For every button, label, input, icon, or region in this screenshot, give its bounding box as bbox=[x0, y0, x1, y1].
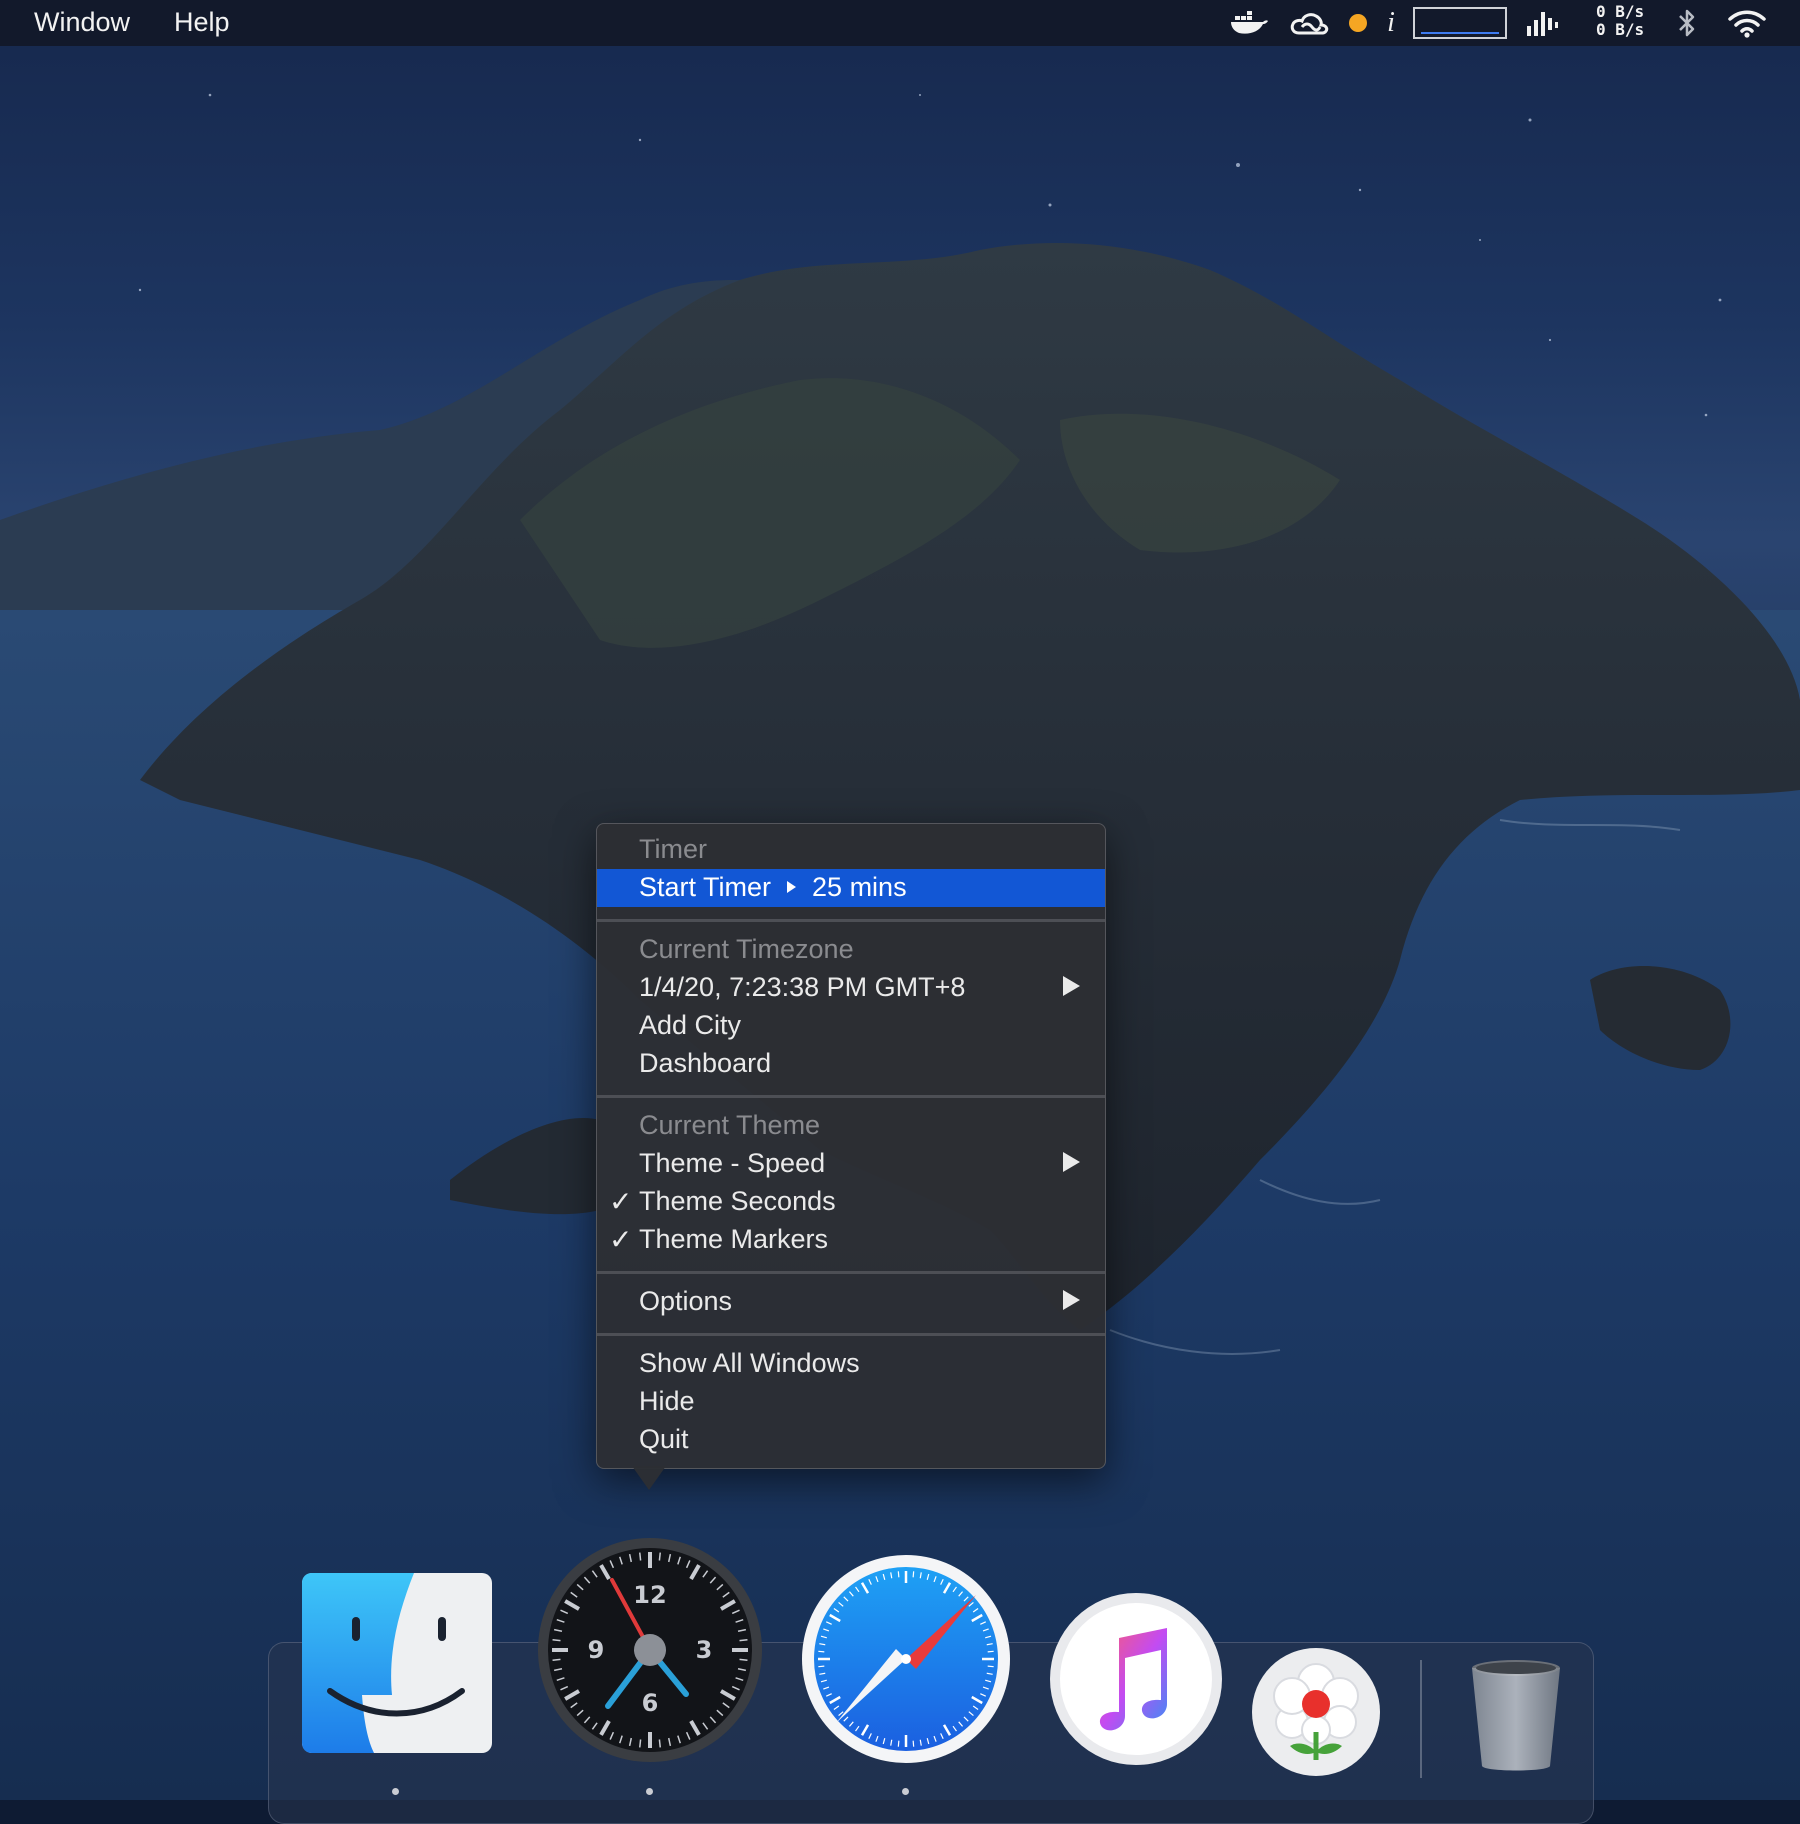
menubar-item-window[interactable]: Window bbox=[34, 7, 130, 38]
timer-duration-label: 25 mins bbox=[812, 872, 907, 902]
clock-tick bbox=[739, 1658, 748, 1661]
theme-header-label: Current Theme bbox=[639, 1110, 821, 1140]
menu-item-start-timer[interactable]: Start Timer 25 mins bbox=[597, 869, 1105, 907]
compass-tick bbox=[987, 1665, 994, 1668]
creative-cloud-icon[interactable] bbox=[1284, 0, 1334, 46]
menu-header-timer: Timer bbox=[597, 831, 1105, 869]
compass-tick bbox=[818, 1665, 825, 1668]
safari-running-indicator bbox=[902, 1788, 909, 1795]
bluetooth-icon[interactable] bbox=[1670, 0, 1704, 46]
theme-seconds-label: Theme Seconds bbox=[639, 1186, 836, 1216]
menu-item-quit[interactable]: Quit bbox=[597, 1421, 1105, 1459]
clock-tick bbox=[552, 1658, 561, 1661]
menu-bar: Window Help i 0 B/s 0 B/s bbox=[0, 0, 1800, 46]
clock-numeral-9: 9 bbox=[588, 1636, 605, 1664]
menu-item-show-all-windows[interactable]: Show All Windows bbox=[597, 1345, 1105, 1383]
clock-tick bbox=[639, 1552, 642, 1561]
clock-app-running-indicator bbox=[646, 1788, 653, 1795]
clock-tick bbox=[639, 1739, 642, 1748]
clock-tick bbox=[658, 1739, 661, 1748]
menu-header-timezone: Current Timezone bbox=[597, 931, 1105, 969]
checkmark-icon: ✓ bbox=[609, 1223, 633, 1256]
theme-markers-label: Theme Markers bbox=[639, 1224, 829, 1254]
status-item-menu: Timer Start Timer 25 mins Current Timezon… bbox=[596, 823, 1106, 1469]
add-city-label: Add City bbox=[639, 1010, 742, 1040]
quit-label: Quit bbox=[639, 1424, 689, 1454]
menu-item-theme-speed[interactable]: Theme - Speed bbox=[597, 1145, 1105, 1183]
menu-item-dashboard[interactable]: Dashboard bbox=[597, 1045, 1105, 1083]
orange-dot-icon[interactable] bbox=[1344, 0, 1372, 46]
clock-numeral-6: 6 bbox=[642, 1689, 659, 1717]
menu-item-hide[interactable]: Hide bbox=[597, 1383, 1105, 1421]
cpu-graph-icon[interactable] bbox=[1410, 0, 1510, 46]
start-timer-label: Start Timer bbox=[639, 872, 772, 902]
docker-icon[interactable] bbox=[1226, 0, 1272, 46]
show-all-windows-label: Show All Windows bbox=[639, 1348, 860, 1378]
clock-tick bbox=[739, 1639, 748, 1642]
submenu-arrow-icon bbox=[1063, 1152, 1080, 1172]
compass-tick bbox=[897, 1740, 900, 1747]
menu-pointer bbox=[632, 1466, 666, 1490]
clock-numeral-12: 12 bbox=[633, 1581, 666, 1609]
menu-separator bbox=[597, 1333, 1105, 1336]
checkmark-icon: ✓ bbox=[609, 1185, 633, 1218]
clock-app-icon[interactable]: 12 3 6 9 bbox=[536, 1536, 764, 1769]
flower-app-icon[interactable] bbox=[1252, 1648, 1380, 1781]
menu-header-theme: Current Theme bbox=[597, 1107, 1105, 1145]
trash-icon[interactable] bbox=[1468, 1656, 1564, 1781]
clock-numeral-3: 3 bbox=[696, 1636, 713, 1664]
hide-label: Hide bbox=[639, 1386, 695, 1416]
small-arrow-icon bbox=[787, 881, 797, 894]
submenu-arrow-icon bbox=[1063, 976, 1080, 996]
music-icon[interactable] bbox=[1049, 1592, 1223, 1771]
menu-item-theme-seconds[interactable]: ✓ Theme Seconds bbox=[597, 1183, 1105, 1221]
finder-icon[interactable] bbox=[302, 1573, 492, 1758]
dashboard-label: Dashboard bbox=[639, 1048, 772, 1078]
menubar-item-help[interactable]: Help bbox=[174, 7, 230, 38]
current-time-label: 1/4/20, 7:23:38 PM GMT+8 bbox=[639, 972, 966, 1002]
theme-speed-label: Theme - Speed bbox=[639, 1148, 826, 1178]
info-icon[interactable]: i bbox=[1378, 0, 1404, 46]
menu-separator bbox=[597, 1095, 1105, 1098]
compass-tick bbox=[897, 1571, 900, 1578]
menu-separator bbox=[597, 1271, 1105, 1274]
menu-item-current-time[interactable]: 1/4/20, 7:23:38 PM GMT+8 bbox=[597, 969, 1105, 1007]
compass-tick bbox=[912, 1571, 915, 1578]
net-upload-speed: 0 B/s bbox=[1596, 2, 1645, 21]
menu-item-theme-markers[interactable]: ✓ Theme Markers bbox=[597, 1221, 1105, 1259]
timer-header-label: Timer bbox=[639, 834, 707, 864]
dock-divider bbox=[1420, 1660, 1422, 1778]
options-label: Options bbox=[639, 1286, 733, 1316]
finder-running-indicator bbox=[392, 1788, 399, 1795]
submenu-arrow-icon bbox=[1063, 1290, 1080, 1310]
net-download-speed: 0 B/s bbox=[1596, 20, 1645, 39]
menu-item-options[interactable]: Options bbox=[597, 1283, 1105, 1321]
menu-item-add-city[interactable]: Add City bbox=[597, 1007, 1105, 1045]
safari-icon[interactable] bbox=[800, 1553, 1012, 1770]
menu-separator bbox=[597, 919, 1105, 922]
network-speed[interactable]: 0 B/s 0 B/s bbox=[1596, 3, 1644, 39]
clock-tick bbox=[658, 1552, 661, 1561]
wifi-icon[interactable] bbox=[1722, 0, 1772, 46]
clock-tick bbox=[552, 1639, 561, 1642]
timezone-header-label: Current Timezone bbox=[639, 934, 854, 964]
compass-tick bbox=[818, 1650, 825, 1653]
compass-tick bbox=[987, 1650, 994, 1653]
compass-tick bbox=[912, 1740, 915, 1747]
signal-bars-icon[interactable] bbox=[1520, 0, 1564, 46]
